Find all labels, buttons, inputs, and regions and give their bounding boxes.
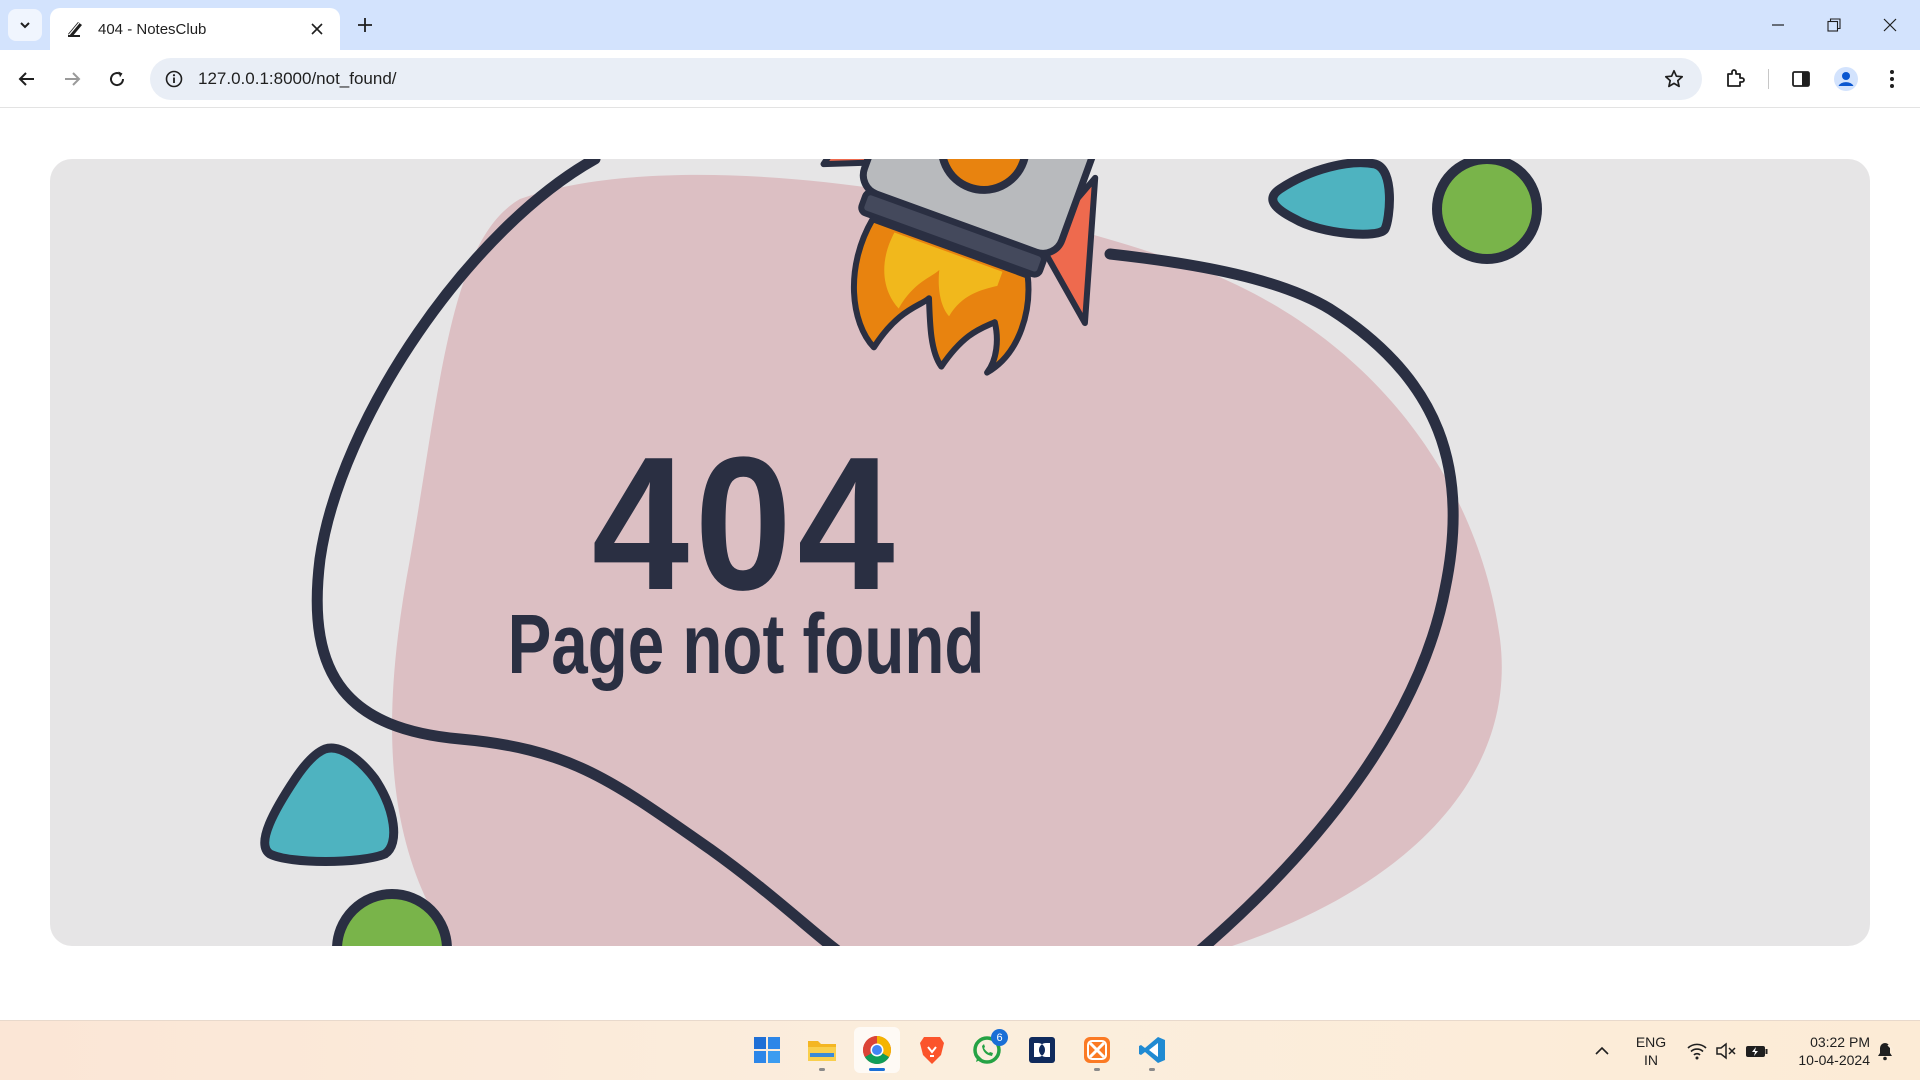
puzzle-icon [1727, 69, 1745, 87]
chrome-icon [863, 1036, 891, 1064]
active-indicator [869, 1068, 885, 1071]
show-hidden-icons-button[interactable] [1590, 1039, 1614, 1063]
clock[interactable]: 03:22 PM 10-04-2024 [1782, 1033, 1870, 1069]
menu-button[interactable] [1874, 61, 1910, 97]
side-panel-icon [1792, 71, 1810, 87]
close-icon [1883, 18, 1897, 32]
profile-button[interactable] [1828, 61, 1864, 97]
new-tab-button[interactable] [350, 10, 380, 40]
error-message: Page not found [507, 597, 985, 691]
profile-avatar-icon [1834, 67, 1858, 91]
chevron-down-icon [20, 22, 30, 29]
notification-badge: 6 [991, 1029, 1008, 1046]
browser-toolbar: 127.0.0.1:8000/not_found/ [0, 50, 1920, 108]
battery-charging-icon [1746, 1046, 1768, 1057]
notification-bell-icon [1878, 1043, 1894, 1061]
taskbar-whatsapp[interactable]: 6 [964, 1027, 1010, 1073]
dolby-icon [1029, 1037, 1055, 1063]
taskbar-vscode[interactable] [1129, 1027, 1175, 1073]
tab-strip: 404 - NotesClub [0, 0, 1920, 50]
language-code: ENG [1635, 1034, 1667, 1050]
toolbar-divider [1768, 69, 1769, 89]
extensions-button[interactable] [1717, 61, 1753, 97]
notifications-button[interactable] [1873, 1039, 1897, 1063]
forward-button[interactable] [54, 61, 90, 97]
xampp-icon [1084, 1037, 1110, 1063]
more-vert-icon [1890, 70, 1894, 88]
language-indicator[interactable]: ENG IN [1628, 1033, 1674, 1069]
minimize-icon [1772, 24, 1784, 26]
taskbar-brave[interactable] [909, 1027, 955, 1073]
plus-icon [358, 18, 372, 32]
folder-icon [808, 1041, 836, 1061]
region-code: IN [1644, 1052, 1658, 1068]
teal-triangle-left [260, 743, 399, 866]
error-code: 404 [591, 418, 901, 630]
books-favicon-icon [64, 18, 86, 40]
chevron-up-icon [1595, 1046, 1609, 1055]
address-bar[interactable]: 127.0.0.1:8000/not_found/ [150, 58, 1702, 100]
taskbar-file-explorer[interactable] [799, 1027, 845, 1073]
tab-title: 404 - NotesClub [98, 20, 207, 38]
battery-status[interactable] [1745, 1039, 1769, 1063]
arrow-right-icon [65, 72, 81, 86]
clock-time: 03:22 PM [1810, 1034, 1870, 1050]
reload-icon [110, 71, 125, 87]
taskbar-start[interactable] [744, 1027, 790, 1073]
tab-search-button[interactable] [8, 9, 42, 41]
running-indicator [1094, 1068, 1100, 1071]
running-indicator [819, 1068, 825, 1071]
not-found-illustration: 404 Page not found [50, 159, 1870, 946]
minimize-button[interactable] [1750, 0, 1806, 50]
taskbar-chrome[interactable] [854, 1027, 900, 1073]
running-indicator [1149, 1068, 1155, 1071]
restore-button[interactable] [1806, 0, 1862, 50]
browser-tab[interactable]: 404 - NotesClub [50, 8, 340, 50]
speaker-muted-icon [1716, 1042, 1736, 1060]
windows-taskbar: 6 ENG IN 03:22 PM 10-04-2024 [0, 1020, 1920, 1080]
close-tab-icon[interactable] [306, 18, 328, 40]
back-button[interactable] [9, 61, 45, 97]
taskbar-xampp[interactable] [1074, 1027, 1120, 1073]
green-circle-top [1432, 159, 1542, 264]
reload-button[interactable] [99, 61, 135, 97]
teal-triangle-top [1268, 159, 1394, 239]
page-content: 404 Page not found [0, 109, 1920, 1020]
vscode-icon [1139, 1037, 1165, 1063]
volume-status[interactable] [1714, 1039, 1738, 1063]
brave-lion-icon [920, 1037, 944, 1064]
taskbar-dolby[interactable] [1019, 1027, 1065, 1073]
bookmark-star-icon[interactable] [1654, 58, 1694, 100]
arrow-left-icon [18, 72, 34, 86]
side-panel-button[interactable] [1783, 61, 1819, 97]
site-info-icon[interactable] [154, 58, 194, 100]
restore-icon [1827, 18, 1841, 32]
close-window-button[interactable] [1862, 0, 1918, 50]
windows-start-icon [754, 1037, 780, 1063]
network-status[interactable] [1685, 1039, 1709, 1063]
url-text[interactable]: 127.0.0.1:8000/not_found/ [198, 69, 1654, 89]
clock-date: 10-04-2024 [1798, 1052, 1870, 1068]
wifi-icon [1687, 1043, 1707, 1060]
